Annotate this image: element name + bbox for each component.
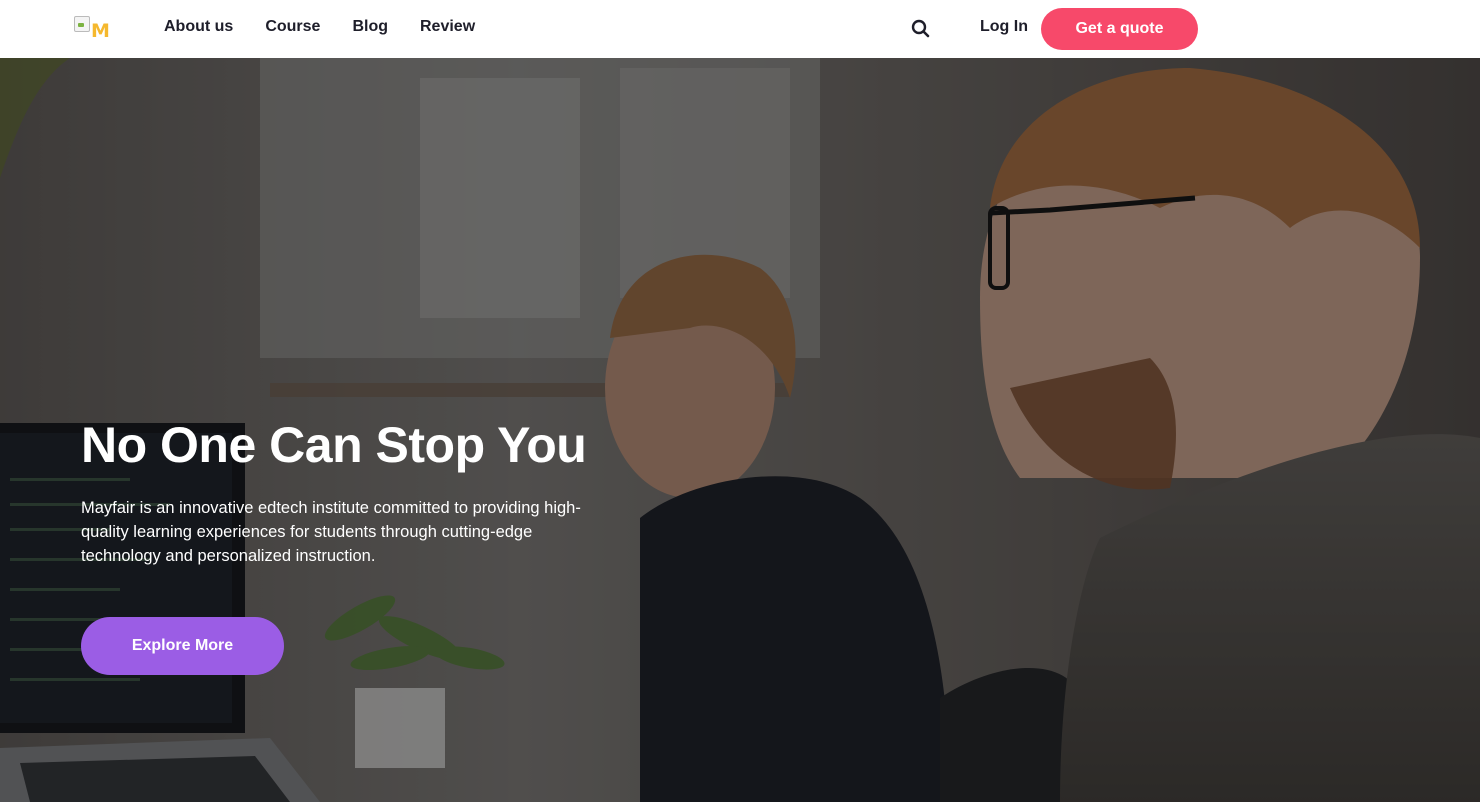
hero-title: No One Can Stop You [81,417,587,473]
navbar: M About us Course Blog Review Log In Get… [0,0,1480,58]
explore-more-button[interactable]: Explore More [81,617,284,675]
nav-link-review[interactable]: Review [420,18,475,36]
login-link[interactable]: Log In [980,18,1028,36]
broken-image-icon [74,16,90,32]
get-a-quote-button[interactable]: Get a quote [1041,8,1198,50]
search-icon[interactable] [910,18,932,40]
logo-letter: M [91,20,110,42]
nav-link-about-us[interactable]: About us [164,18,233,36]
nav-link-course[interactable]: Course [265,18,320,36]
hero-section: No One Can Stop You Mayfair is an innova… [0,58,1480,802]
main-nav: About us Course Blog Review [164,18,475,36]
brand-logo[interactable]: M [74,16,110,42]
hero-description: Mayfair is an innovative edtech institut… [81,499,581,565]
nav-link-blog[interactable]: Blog [352,18,388,36]
